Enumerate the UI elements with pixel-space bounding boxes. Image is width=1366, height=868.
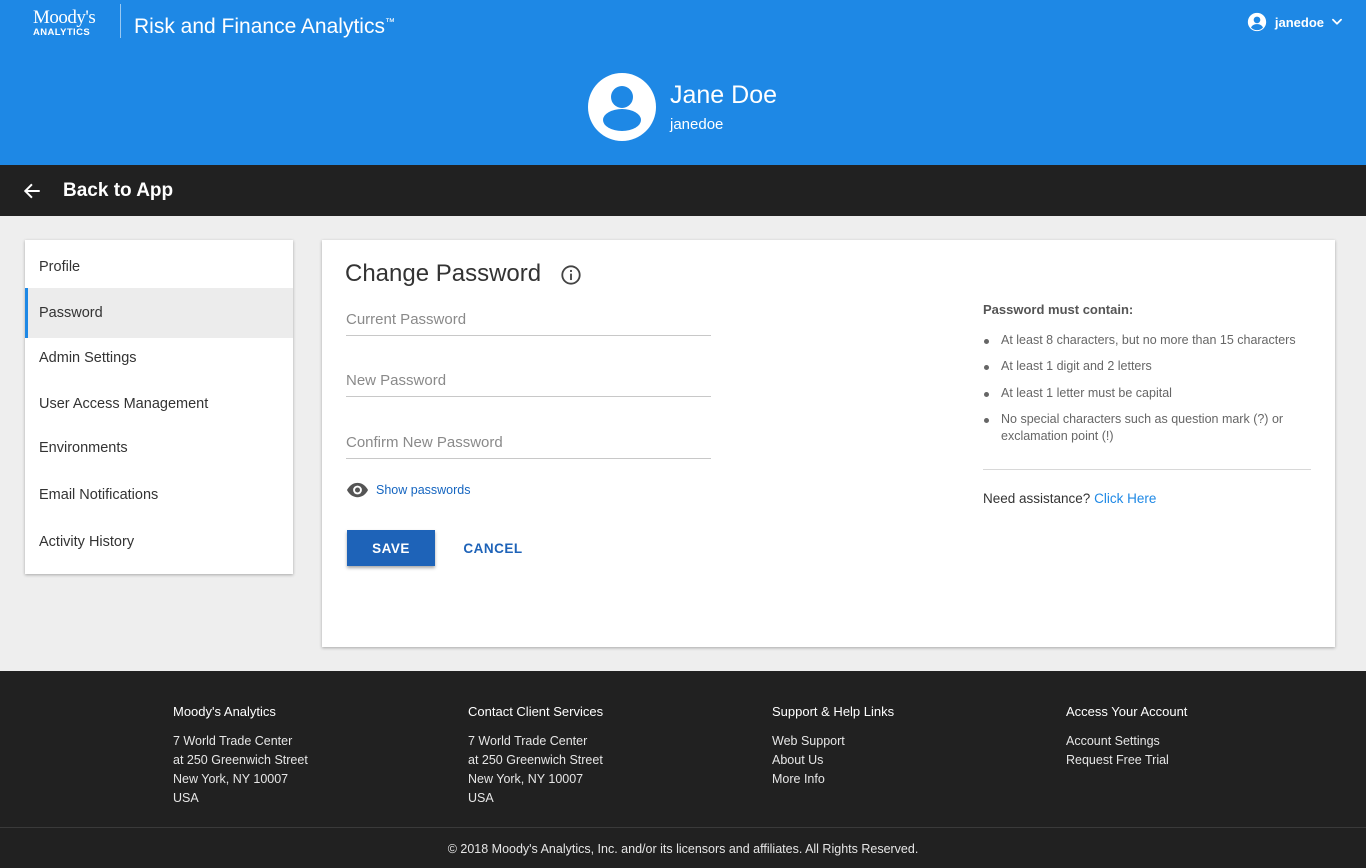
sidebar-item-password[interactable]: Password bbox=[25, 288, 293, 338]
show-passwords-toggle[interactable]: Show passwords bbox=[346, 482, 471, 498]
footer-address-line: 7 World Trade Center bbox=[468, 734, 588, 748]
app-header: Moody's ANALYTICS Risk and Finance Analy… bbox=[0, 0, 1366, 165]
footer-address-line: at 250 Greenwich Street bbox=[468, 753, 603, 767]
footer-address-line: New York, NY 10007 bbox=[468, 772, 584, 786]
footer-address-line: USA bbox=[173, 791, 199, 805]
bullet-icon bbox=[984, 418, 989, 423]
user-menu-username: janedoe bbox=[1274, 14, 1324, 30]
footer-link-web-support[interactable]: Web Support bbox=[772, 732, 1052, 751]
footer-address-line: at 250 Greenwich Street bbox=[173, 753, 308, 767]
page-footer: Moody's Analytics 7 World Trade Center a… bbox=[0, 671, 1366, 868]
assistance-text: Need assistance? bbox=[983, 491, 1091, 506]
footer-link-request-free-trial[interactable]: Request Free Trial bbox=[1066, 751, 1346, 770]
password-rule-text: No special characters such as question m… bbox=[1001, 412, 1284, 443]
new-password-input[interactable] bbox=[346, 365, 711, 397]
footer-column-title: Moody's Analytics bbox=[173, 704, 276, 719]
sidebar-item-admin-settings[interactable]: Admin Settings bbox=[25, 336, 293, 380]
footer-column-moodys-analytics: Moody's Analytics 7 World Trade Center a… bbox=[173, 704, 453, 808]
moodys-analytics-logo[interactable]: Moody's ANALYTICS bbox=[33, 8, 109, 38]
footer-address-line: 7 World Trade Center bbox=[173, 734, 293, 748]
sidebar-item-label: Admin Settings bbox=[39, 350, 137, 366]
sidebar-item-label: Profile bbox=[39, 258, 81, 275]
footer-link-more-info[interactable]: More Info bbox=[772, 770, 1052, 789]
header-divider bbox=[120, 4, 121, 38]
password-rule-item: No special characters such as question m… bbox=[983, 411, 1303, 445]
show-passwords-label: Show passwords bbox=[376, 483, 471, 497]
change-password-card: Change Password Show passwords SAVE CANC… bbox=[322, 240, 1335, 647]
eye-icon bbox=[346, 482, 369, 498]
sidebar-item-label: Activity History bbox=[39, 534, 135, 550]
sidebar-item-label: Password bbox=[39, 305, 103, 321]
sidebar-item-profile[interactable]: Profile bbox=[25, 244, 293, 289]
click-here-link[interactable]: Click Here bbox=[1094, 491, 1156, 506]
info-icon[interactable] bbox=[560, 264, 582, 286]
sidebar-item-activity-history[interactable]: Activity History bbox=[25, 520, 293, 564]
password-rule-item: At least 8 characters, but no more than … bbox=[983, 332, 1323, 349]
back-to-app-bar[interactable]: Back to App bbox=[0, 165, 1366, 216]
profile-avatar-icon bbox=[588, 73, 656, 141]
copyright-text: © 2018 Moody's Analytics, Inc. and/or it… bbox=[447, 842, 919, 856]
footer-address-line: USA bbox=[468, 791, 494, 805]
current-password-input[interactable] bbox=[346, 304, 711, 336]
page-title: Change Password bbox=[345, 260, 542, 287]
user-menu[interactable]: janedoe bbox=[1247, 12, 1344, 32]
footer-link-account-settings[interactable]: Account Settings bbox=[1066, 732, 1346, 751]
settings-sidebar: Profile Password Admin Settings User Acc… bbox=[25, 240, 293, 574]
profile-full-name: Jane Doe bbox=[670, 81, 778, 109]
password-rule-text: At least 8 characters, but no more than … bbox=[1001, 333, 1296, 347]
footer-link-about-us[interactable]: About Us bbox=[772, 751, 1052, 770]
app-title-text: Risk and Finance Analytics bbox=[134, 15, 385, 38]
chevron-down-icon bbox=[1332, 18, 1342, 25]
account-circle-icon bbox=[1247, 12, 1267, 32]
sidebar-item-user-access-management[interactable]: User Access Management bbox=[25, 382, 293, 426]
footer-column-title: Support & Help Links bbox=[772, 704, 895, 719]
footer-column-support-help-links: Support & Help Links Web Support About U… bbox=[772, 704, 1052, 789]
sidebar-item-label: User Access Management bbox=[39, 396, 209, 412]
bullet-icon bbox=[984, 339, 989, 344]
footer-column-access-your-account: Access Your Account Account Settings Req… bbox=[1066, 704, 1346, 770]
trademark-symbol: ™ bbox=[384, 17, 395, 28]
sidebar-item-label: Environments bbox=[39, 440, 128, 456]
arrow-back-icon bbox=[23, 183, 40, 198]
logo-wordmark: Moody's bbox=[33, 7, 96, 28]
sidebar-item-label: Email Notifications bbox=[39, 487, 159, 503]
password-rule-text: At least 1 letter must be capital bbox=[1001, 386, 1172, 400]
assistance-line: Need assistance? Click Here bbox=[983, 491, 1156, 506]
footer-divider bbox=[0, 827, 1366, 828]
confirm-new-password-input[interactable] bbox=[346, 427, 711, 459]
cancel-button[interactable]: CANCEL bbox=[456, 530, 530, 566]
footer-address-line: New York, NY 10007 bbox=[173, 772, 289, 786]
password-rule-item: At least 1 digit and 2 letters bbox=[983, 358, 1323, 375]
profile-username: janedoe bbox=[670, 116, 724, 133]
app-title: Risk and Finance Analytics™ bbox=[134, 10, 395, 40]
footer-column-title: Access Your Account bbox=[1066, 704, 1188, 719]
back-to-app-label: Back to App bbox=[63, 179, 174, 201]
bullet-icon bbox=[984, 365, 989, 370]
password-rule-item: At least 1 letter must be capital bbox=[983, 385, 1323, 402]
password-rule-text: At least 1 digit and 2 letters bbox=[1001, 359, 1152, 373]
sidebar-item-email-notifications[interactable]: Email Notifications bbox=[25, 473, 293, 517]
footer-column-contact-client-services: Contact Client Services 7 World Trade Ce… bbox=[468, 704, 748, 808]
bullet-icon bbox=[984, 392, 989, 397]
logo-subtitle: ANALYTICS bbox=[33, 27, 91, 38]
footer-column-title: Contact Client Services bbox=[468, 704, 604, 719]
rules-divider bbox=[983, 469, 1311, 470]
sidebar-item-environments[interactable]: Environments bbox=[25, 426, 293, 470]
password-rules-title: Password must contain: bbox=[983, 302, 1134, 317]
save-button[interactable]: SAVE bbox=[347, 530, 435, 566]
